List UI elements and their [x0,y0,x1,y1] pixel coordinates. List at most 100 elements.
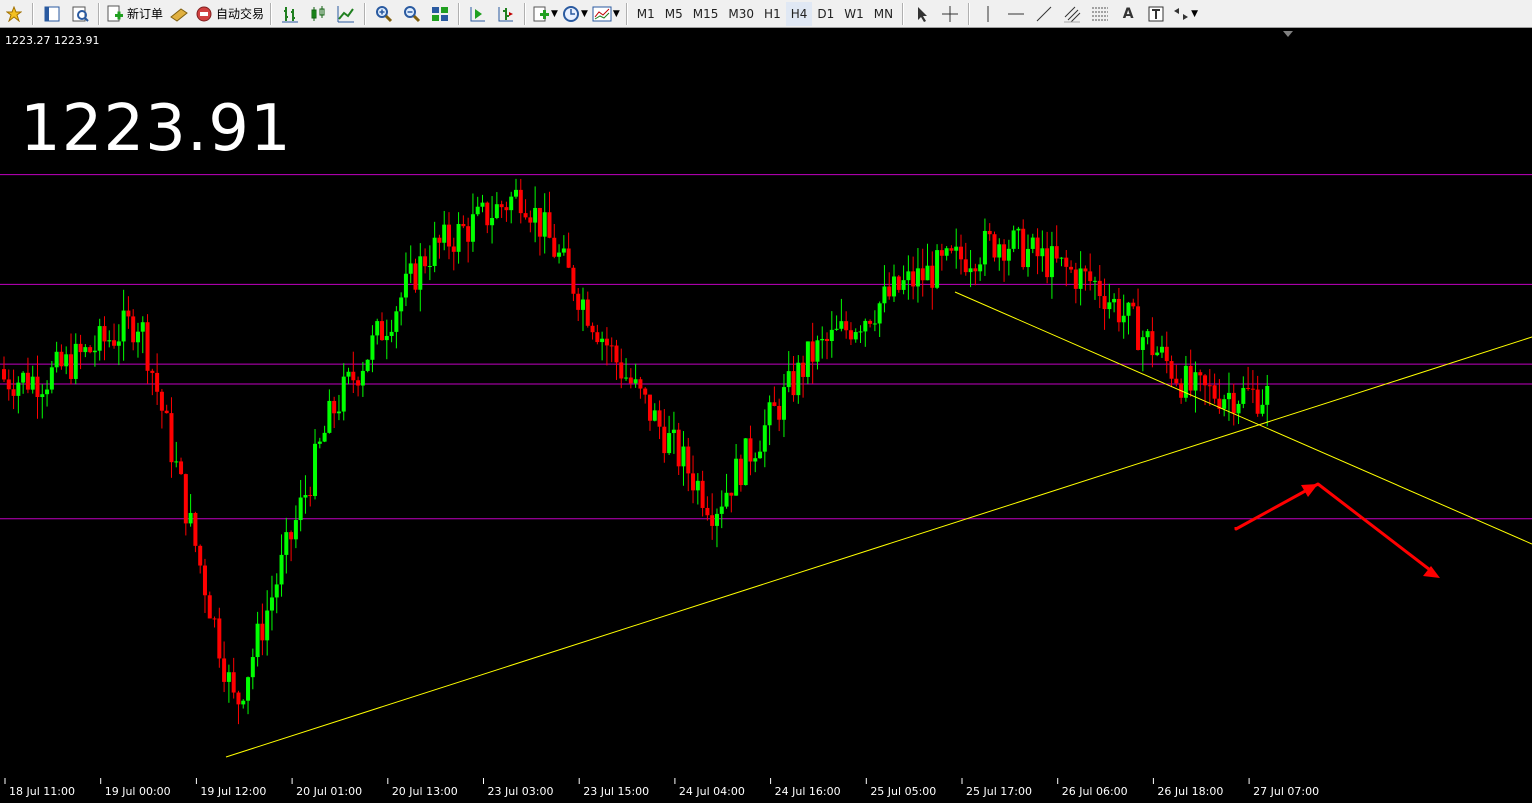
cursor-icon[interactable] [910,2,934,26]
timeframe-h4-button[interactable]: H4 [785,1,813,26]
candle [719,490,724,529]
x-tick-label: 24 Jul 04:00 [679,785,745,798]
vertical-line-icon[interactable] [976,2,1000,26]
candle-body [786,371,791,388]
candle-body [738,458,743,486]
candle-body [906,271,911,281]
fibonacci-icon[interactable] [1088,2,1112,26]
candle [1207,369,1212,406]
zoom-in-icon[interactable] [372,2,396,26]
candle [839,298,844,332]
candle-body [241,700,246,705]
candle [126,296,131,329]
chart-shift-icon[interactable] [494,2,518,26]
auto-trading-button[interactable]: 自动交易 [195,2,264,26]
candle [198,544,203,574]
timeframe-m5-button[interactable]: M5 [660,2,688,26]
candle-body [231,672,236,693]
candle-body [236,692,241,705]
metaeditor-icon[interactable] [167,2,191,26]
candle [442,210,447,251]
x-tick-label: 20 Jul 13:00 [392,785,458,798]
candle-body [633,379,638,384]
candle-body [1222,399,1227,409]
candle-body [6,379,11,390]
candle-body [188,512,193,524]
candle-body [1011,230,1016,249]
candle-body [585,299,590,326]
candle-body [1150,331,1155,356]
candle-body [1236,403,1241,414]
timeframe-h1-button[interactable]: H1 [759,2,786,26]
text-label-icon[interactable] [1144,2,1168,26]
candle [1116,287,1121,332]
auto-scroll-icon[interactable] [466,2,490,26]
indicators-dropdown[interactable]: ▼ [532,2,558,26]
timeframe-w1-button[interactable]: W1 [839,2,869,26]
market-watch-icon[interactable] [68,2,92,26]
candle-body [772,402,777,406]
timeframe-m15-button[interactable]: M15 [688,2,724,26]
candle [231,657,236,699]
candle [25,357,30,394]
candle-body [112,340,117,346]
new-order-button[interactable]: 新订单 [106,2,163,26]
crosshair-icon[interactable] [938,2,962,26]
candle-body [810,341,815,362]
candle [1021,219,1026,270]
candle [207,591,212,619]
trendline-icon[interactable] [1032,2,1056,26]
favorites-star-icon[interactable] [2,2,26,26]
candle-body [1006,248,1011,261]
candle-body [628,377,633,384]
timeframe-mn-button[interactable]: MN [869,2,898,26]
candle [1107,283,1112,319]
candle-body [547,212,552,238]
candle-body [1255,389,1260,414]
candle [1097,265,1102,309]
candle-body [78,343,83,353]
templates-dropdown[interactable]: ▼ [592,2,620,26]
candlestick-icon[interactable] [306,2,330,26]
candle [226,664,231,703]
candle [116,324,121,366]
candle-body [887,286,892,297]
candle-body [260,623,265,641]
bar-chart-icon[interactable] [278,2,302,26]
text-icon[interactable]: A [1116,2,1140,26]
candle-body [313,443,318,496]
candle-body [265,610,270,641]
candle [365,359,370,373]
candle-body [1193,372,1198,391]
zoom-out-icon[interactable] [400,2,424,26]
periods-dropdown[interactable]: ▼ [562,2,588,26]
candle-body [1145,331,1150,338]
candle [1255,375,1260,417]
candle [1265,374,1270,427]
candle [1083,265,1088,291]
forecast-path [1234,482,1435,575]
line-chart-icon[interactable] [334,2,358,26]
candle-body [1136,306,1141,350]
equidistant-channel-icon[interactable] [1060,2,1084,26]
candle-body [183,474,188,524]
candle-body [930,265,935,288]
tile-windows-icon[interactable] [428,2,452,26]
timeframe-d1-button[interactable]: D1 [812,2,839,26]
candle-body [140,322,145,332]
candle [399,292,404,326]
profiles-icon[interactable] [40,2,64,26]
candle-body [322,432,327,442]
timeframe-m30-button[interactable]: M30 [723,2,759,26]
candle [169,397,174,478]
candle-body [442,224,447,243]
candle-body [1140,337,1145,350]
candle [853,328,858,343]
horizontal-line-icon[interactable] [1004,2,1028,26]
x-tick-label: 25 Jul 05:00 [870,785,936,798]
toolbar-separator [968,2,971,25]
candle-body [1040,248,1045,257]
candle [222,641,227,693]
arrows-dropdown[interactable]: ▼ [1172,2,1198,26]
timeframe-m1-button[interactable]: M1 [632,2,660,26]
